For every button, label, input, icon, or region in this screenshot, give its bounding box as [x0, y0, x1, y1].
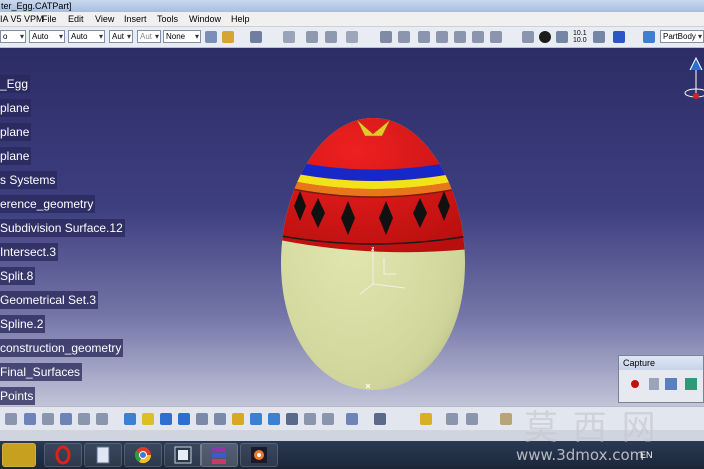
render-style-combo[interactable]: None [163, 30, 201, 43]
multi-view-icon[interactable] [268, 413, 280, 425]
tree-item-plane-zx[interactable]: plane [0, 147, 32, 165]
tree-item-plane-xy[interactable]: plane [0, 99, 32, 117]
painter-icon[interactable] [205, 31, 217, 43]
lock-icon[interactable] [420, 413, 432, 425]
chrome-icon[interactable] [124, 443, 162, 467]
menu-window[interactable]: Window [189, 12, 221, 26]
menu-file[interactable]: File [42, 12, 57, 26]
bottle-icon[interactable] [500, 413, 512, 425]
menu-bar: IA V5 VPM File Edit View Insert Tools Wi… [0, 12, 704, 27]
title-bar: ter_Egg.CATPart] [0, 0, 704, 12]
rotate-view-icon[interactable] [178, 413, 190, 425]
line-thickness-combo[interactable]: Auto [68, 30, 105, 43]
measure-icon[interactable] [556, 31, 568, 43]
move-icon[interactable] [24, 413, 36, 425]
menu-vpm[interactable]: IA V5 VPM [0, 12, 44, 26]
app-pinned-icon[interactable] [2, 443, 36, 467]
fill-icon[interactable] [436, 31, 448, 43]
split-icon[interactable] [490, 31, 502, 43]
transparency-combo[interactable]: Auto [29, 30, 65, 43]
part-body-combo[interactable]: PartBody [660, 30, 704, 43]
album-icon[interactable] [685, 378, 697, 390]
opera-icon[interactable] [44, 443, 82, 467]
tree-item-points[interactable]: Points [0, 387, 36, 405]
tree-item-geometrical-set[interactable]: Geometrical Set.3 [0, 291, 99, 309]
tree-item-reference-geometry[interactable]: erence_geometry [0, 195, 96, 213]
image-viewer-icon[interactable] [240, 443, 278, 467]
filter-icon[interactable] [466, 413, 478, 425]
capture-title: Capture [619, 356, 703, 370]
tree-item-split[interactable]: Split.8 [0, 267, 36, 285]
iso-view-icon[interactable] [250, 413, 262, 425]
tree-root[interactable]: _Egg [0, 75, 31, 93]
pan-icon[interactable] [96, 413, 108, 425]
menu-tools[interactable]: Tools [157, 12, 178, 26]
menu-help[interactable]: Help [231, 12, 250, 26]
ratio-readout[interactable]: 10.1 10.0 [573, 30, 587, 44]
tree-item-axis-systems[interactable]: s Systems [0, 171, 58, 189]
menu-insert[interactable]: Insert [124, 12, 147, 26]
graphic-properties-toolbar: o Auto Auto Aut Aut None 10.1 10.0 PartB… [0, 27, 704, 48]
update-icon[interactable] [346, 413, 358, 425]
capture-screen-icon[interactable] [665, 378, 677, 390]
tree-item-intersect[interactable]: Intersect.3 [0, 243, 59, 261]
tree-item-spline[interactable]: Spline.2 [0, 315, 46, 333]
svg-text:z: z [371, 246, 375, 253]
tree-item-plane-yz[interactable]: plane [0, 123, 32, 141]
3d-viewport[interactable]: z _Egg plane plane plane s Systems erenc… [0, 48, 704, 406]
select-icon[interactable] [649, 378, 659, 390]
point-type-combo[interactable]: Aut [137, 30, 161, 43]
capture-toolbar: Capture [618, 355, 704, 403]
brush-icon[interactable] [222, 31, 234, 43]
layer-icon[interactable] [446, 413, 458, 425]
parameters-icon[interactable] [613, 31, 625, 43]
search-icon[interactable] [42, 413, 54, 425]
tree-item-subdivision-surface[interactable]: Subdivision Surface.12 [0, 219, 125, 237]
zoom-out-icon[interactable] [214, 413, 226, 425]
record-icon[interactable] [631, 380, 639, 388]
rotate-icon[interactable] [60, 413, 72, 425]
watermark-url: www.3dmox.com [516, 446, 645, 464]
revolve-icon[interactable] [398, 31, 410, 43]
snap-icon[interactable] [325, 31, 337, 43]
compass-icon[interactable] [346, 31, 358, 43]
hide-show-icon[interactable] [304, 413, 316, 425]
notepad-icon[interactable] [84, 443, 122, 467]
render-mode-icon[interactable] [286, 413, 298, 425]
watermark-logo: 莫 西 网 [524, 408, 658, 448]
clock-icon[interactable] [539, 31, 551, 43]
view-icon[interactable] [124, 413, 136, 425]
winrar-icon[interactable] [200, 443, 238, 467]
sweep-icon[interactable] [418, 31, 430, 43]
grid-icon[interactable] [306, 31, 318, 43]
catia-window-icon[interactable] [164, 443, 202, 467]
swap-space-icon[interactable] [322, 413, 334, 425]
zoom-in-icon[interactable] [196, 413, 208, 425]
color-combo[interactable]: o [0, 30, 26, 43]
fit-all-icon[interactable] [78, 413, 90, 425]
analysis-icon[interactable] [522, 31, 534, 43]
blend-icon[interactable] [454, 31, 466, 43]
dimension-icon[interactable] [593, 31, 605, 43]
compass-gizmo [684, 56, 704, 98]
join-icon[interactable] [472, 31, 484, 43]
body-icon[interactable] [643, 31, 655, 43]
tree-item-construction-geometry[interactable]: construction_geometry [0, 339, 124, 357]
normal-view-icon[interactable] [232, 413, 244, 425]
pan-arrows-icon[interactable] [160, 413, 172, 425]
fly-icon[interactable] [142, 413, 154, 425]
tree-item-final-surfaces[interactable]: Final_Surfaces [0, 363, 83, 381]
camera-icon[interactable] [374, 413, 386, 425]
window-title: ter_Egg.CATPart] [1, 1, 72, 11]
sketch-icon[interactable] [283, 31, 295, 43]
menu-view[interactable]: View [95, 12, 114, 26]
line-type-combo[interactable]: Aut [109, 30, 133, 43]
extrude-icon[interactable] [380, 31, 392, 43]
menu-edit[interactable]: Edit [68, 12, 84, 26]
select-icon[interactable] [5, 413, 17, 425]
catalog-icon[interactable] [250, 31, 262, 43]
